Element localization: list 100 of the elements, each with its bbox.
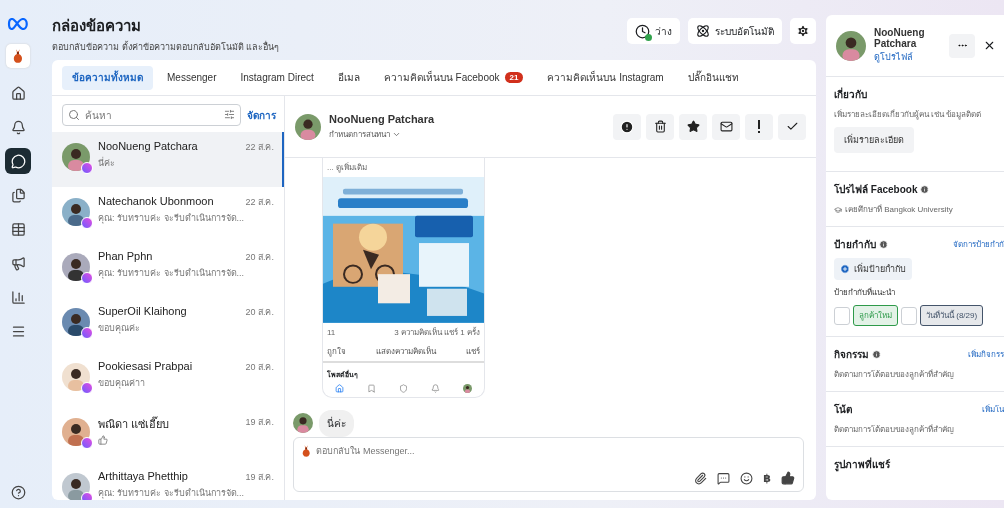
add-details-button[interactable]: เพิ่มรายละเอียด bbox=[834, 127, 914, 153]
post-action: แสดงความคิดเห็น bbox=[376, 345, 436, 358]
exclamation-button[interactable] bbox=[745, 113, 773, 140]
tab[interactable]: ข้อความทั้งหมด bbox=[62, 65, 153, 90]
add-link[interactable]: เพิ่มโน bbox=[982, 403, 1004, 416]
mail-button[interactable] bbox=[712, 113, 740, 140]
section-title: โน้ต bbox=[834, 403, 852, 417]
info-icon bbox=[879, 240, 888, 249]
section-description: เพิ่มรายละเอียดเกี่ยวกับผู้คน เช่น ข้อมูลติดต่ bbox=[834, 108, 983, 121]
message-preview: ขอบคุณค่ะ bbox=[98, 322, 141, 335]
avatar bbox=[62, 198, 90, 226]
envelope-icon bbox=[719, 120, 733, 133]
conversation-item[interactable]: Arthittaya Phetthip 19 ส.ค. คุณ: รับทราบค่ะ จะรีบดำเนินการจัด... bbox=[52, 462, 284, 500]
section-title: ป้ายกำกับ bbox=[834, 238, 876, 252]
contact-name: NooNueng Patchara bbox=[329, 112, 435, 125]
settings-button[interactable] bbox=[790, 18, 816, 44]
settings-icon bbox=[796, 24, 810, 38]
add-label-button[interactable]: เพิ่มป้ายกำกับ bbox=[834, 258, 912, 280]
see-more-text: ... ดูเพิ่มเติม bbox=[327, 161, 367, 174]
conversation-item[interactable]: Pookiesasi Prabpai 20 ส.ค. ขอบคุณค่าา bbox=[52, 352, 284, 407]
search-icon bbox=[68, 109, 80, 121]
chat-bubble-icon[interactable] bbox=[5, 148, 31, 174]
tab[interactable]: ความคิดเห็นบน Facebook 21 bbox=[373, 65, 534, 90]
avatar bbox=[62, 363, 90, 391]
conversation-item[interactable]: NooNueng Patchara 22 ส.ค. นี่ค่ะ bbox=[52, 132, 284, 187]
avatar bbox=[62, 253, 90, 281]
messenger-icon bbox=[81, 327, 93, 339]
section-description: ติดตามการโต้ตอบของลูกค้าที่สำคัญ bbox=[834, 423, 955, 436]
baht-icon[interactable]: ฿ bbox=[763, 471, 771, 485]
post-action: แชร์ bbox=[466, 345, 480, 358]
contact-name: SuperOil Klaihong bbox=[98, 305, 187, 319]
label-tag[interactable]: วันที่วันนี้ (8/29) bbox=[920, 305, 984, 326]
post-stats: 3 ความคิดเห็น แชร์ 1 ครั้ง bbox=[394, 326, 480, 339]
manage-link[interactable]: จัดการ bbox=[247, 107, 276, 123]
bottle-logo-icon bbox=[13, 49, 23, 63]
close-icon[interactable] bbox=[983, 39, 996, 52]
star-icon bbox=[686, 120, 700, 133]
filter-icon[interactable] bbox=[224, 109, 235, 120]
shield-icon bbox=[398, 383, 408, 393]
post-action: ถูกใจ bbox=[327, 345, 346, 358]
meta-logo-icon bbox=[7, 18, 29, 30]
reaction-count: 11 bbox=[327, 327, 336, 337]
tab[interactable]: Messenger bbox=[157, 65, 227, 90]
contact-name: Phan Pphn bbox=[98, 250, 153, 264]
messenger-icon bbox=[81, 162, 93, 174]
contact-name: Natechanok Ubonmoon bbox=[98, 195, 214, 209]
avatar bbox=[62, 418, 90, 446]
messenger-icon bbox=[81, 437, 93, 449]
attach-icon bbox=[694, 471, 708, 485]
checkbox[interactable] bbox=[834, 306, 850, 325]
saved-reply-icon bbox=[717, 471, 731, 485]
bell-icon bbox=[431, 383, 441, 393]
conversation-item[interactable]: พณิดา แซ่เอี๊ยบ 19 ส.ค. bbox=[52, 407, 284, 462]
exclamation-icon bbox=[757, 120, 761, 133]
checkbox[interactable] bbox=[901, 306, 917, 325]
tab[interactable]: ความคิดเห็นบน Instagram bbox=[537, 65, 674, 90]
search-field[interactable]: ค้นหา bbox=[62, 104, 241, 126]
delete-button[interactable] bbox=[646, 113, 674, 140]
help-icon[interactable] bbox=[10, 485, 26, 500]
contact-name: Arthittaya Phetthip bbox=[98, 470, 188, 484]
message-preview: คุณ: รับทราบค่ะ จะรีบดำเนินการจัด... bbox=[98, 212, 245, 225]
contact-name: NooNueng Patchara bbox=[874, 27, 926, 49]
conversation-item[interactable]: Phan Pphn 20 ส.ค. คุณ: รับทราบค่ะ จะรีบดำเนินการจัด... bbox=[52, 242, 284, 297]
contact-name: Pookiesasi Prabpai bbox=[98, 360, 193, 374]
status-button[interactable]: ว่าง bbox=[627, 18, 680, 44]
section-description: ติดตามการโต้ตอบของลูกค้าที่สำคัญ bbox=[834, 368, 955, 381]
tab[interactable]: อีเมล bbox=[327, 65, 370, 90]
conversation-item[interactable]: SuperOil Klaihong 20 ส.ค. ขอบคุณค่ะ bbox=[52, 297, 284, 352]
home-icon bbox=[334, 383, 344, 393]
tab[interactable]: Instagram Direct bbox=[230, 65, 324, 90]
bookmark-icon bbox=[366, 383, 376, 393]
page-subtitle: ตอบกลับข้อความ ตั้งค่าข้อความตอบกลับอัตโนมัติ และอื่นๆ bbox=[52, 40, 280, 54]
info-icon bbox=[920, 185, 930, 194]
alert-icon bbox=[620, 119, 634, 134]
alert-button[interactable] bbox=[613, 113, 641, 140]
avatar bbox=[463, 383, 473, 393]
conversation-item[interactable]: Natechanok Ubonmoon 22 ส.ค. คุณ: รับทราบค่ะ จะรีบดำเนินการจัด... bbox=[52, 187, 284, 242]
view-profile-link[interactable]: ดูโปรไฟล์ bbox=[874, 50, 934, 64]
education-text: เคยศึกษาที่ Bangkok University bbox=[845, 203, 953, 216]
automation-button[interactable]: ระบบอัตโนมัติ bbox=[688, 18, 782, 44]
count-badge: 21 bbox=[504, 72, 524, 83]
contact-name: NooNueng Patchara bbox=[98, 140, 198, 154]
tab[interactable]: ปลั๊กอินแชท bbox=[677, 65, 749, 90]
avatar bbox=[836, 30, 866, 61]
contact-name: พณิดา แซ่เอี๊ยบ bbox=[98, 415, 170, 432]
section-title: กิจกรรม bbox=[834, 348, 869, 362]
thumbs-up-icon bbox=[98, 435, 108, 445]
avatar bbox=[293, 413, 313, 434]
atom-icon bbox=[696, 24, 710, 38]
message-date: 20 ส.ค. bbox=[245, 361, 274, 374]
message-preview: คุณ: รับทราบค่ะ จะรีบดำเนินการจัด... bbox=[98, 487, 245, 500]
thumbs-up-icon bbox=[781, 471, 795, 485]
messenger-icon bbox=[81, 382, 93, 394]
conversation-settings-menu[interactable]: กำหนดการสนทนา bbox=[329, 127, 435, 141]
plus-icon bbox=[840, 264, 850, 274]
add-link[interactable]: เพิ่มกิจกรร bbox=[968, 348, 1004, 361]
message-preview: นี่ค่ะ bbox=[98, 156, 116, 170]
manage-labels-link[interactable]: จัดการป้ายกำกั bbox=[953, 238, 1004, 251]
star-button[interactable] bbox=[679, 113, 707, 140]
page-title: กล่องข้อความ bbox=[52, 16, 142, 36]
